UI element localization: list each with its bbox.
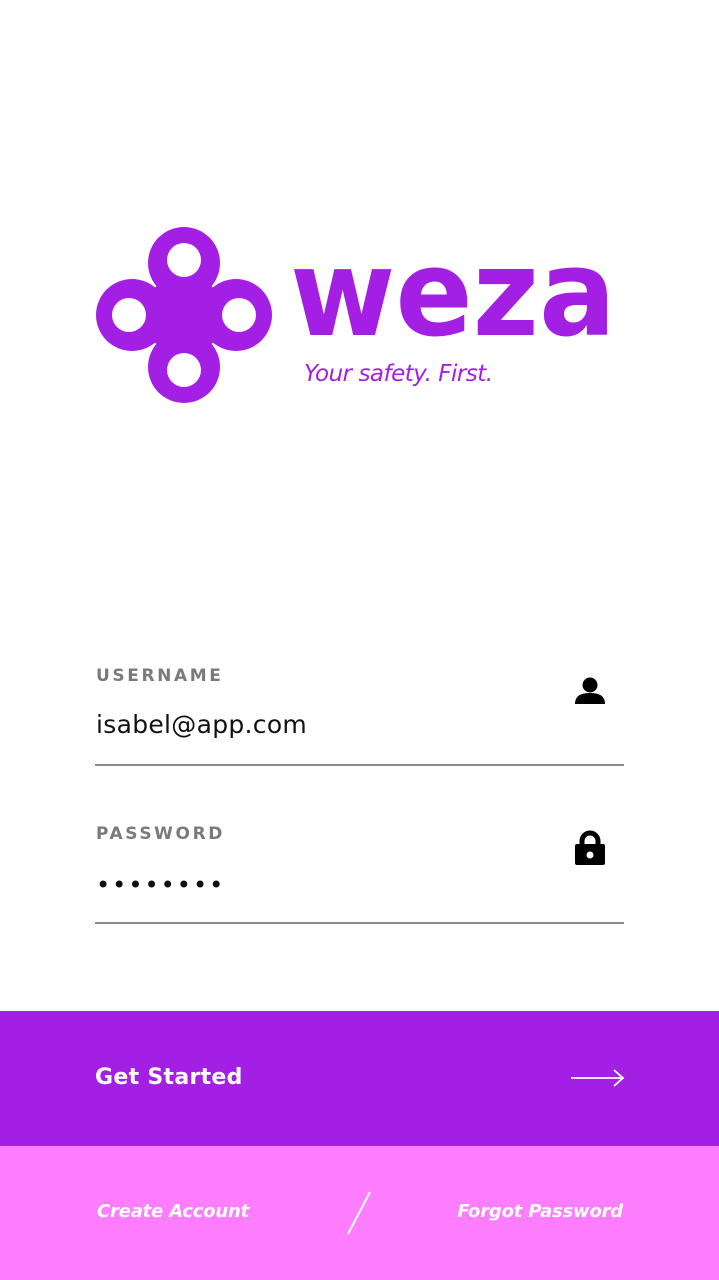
- password-underline: [95, 922, 624, 924]
- brand-wordmark: weza: [290, 217, 620, 364]
- brand-logo: weza Your safety. First.: [94, 225, 624, 405]
- get-started-label: Get Started: [95, 1065, 243, 1090]
- four-petal-ring-logo-icon: [96, 227, 272, 403]
- slash-divider-icon: [347, 1191, 371, 1235]
- brand-name-text: weza: [290, 225, 616, 364]
- password-field[interactable]: PASSWORD ••••••••: [95, 824, 624, 924]
- get-started-button[interactable]: Get Started: [0, 1011, 719, 1146]
- username-field[interactable]: USERNAME isabel@app.com: [95, 666, 624, 766]
- password-label: PASSWORD: [96, 824, 225, 844]
- create-account-link[interactable]: Create Account: [97, 1200, 249, 1224]
- username-input[interactable]: isabel@app.com: [96, 710, 307, 740]
- arrow-right-icon: [571, 1069, 625, 1087]
- username-label: USERNAME: [96, 666, 224, 686]
- password-input[interactable]: ••••••••: [96, 870, 225, 900]
- footer-bar: Create Account Forgot Password: [0, 1146, 719, 1280]
- username-underline: [95, 764, 624, 766]
- user-icon: [575, 677, 605, 704]
- brand-tagline: Your safety. First.: [304, 361, 493, 387]
- lock-icon: [575, 830, 605, 865]
- forgot-password-link[interactable]: Forgot Password: [457, 1200, 623, 1224]
